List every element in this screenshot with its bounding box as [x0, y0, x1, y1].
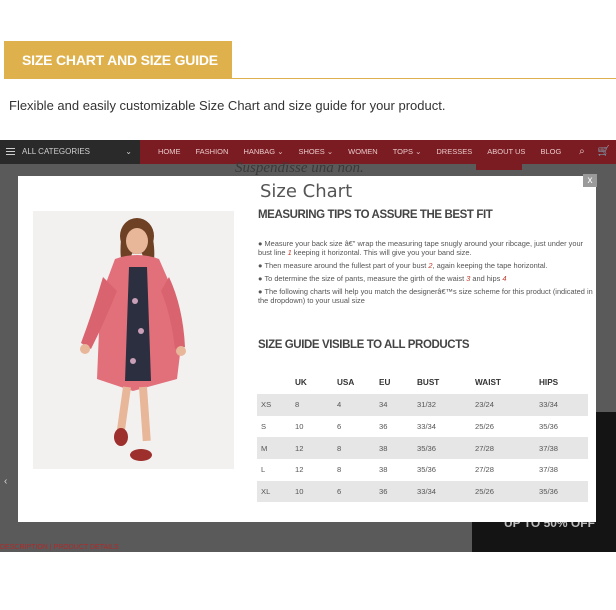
table-cell: 35/36 — [417, 465, 437, 475]
table-cell: 31/32 — [417, 400, 437, 410]
table-cell: 27/28 — [475, 443, 495, 453]
table-cell: M — [261, 443, 268, 453]
nav-item[interactable]: HOME — [158, 140, 181, 164]
table-header-cell: WAIST — [475, 377, 501, 387]
all-categories-menu[interactable]: ALL CATEGORIES ⌄ — [0, 140, 140, 164]
table-cell: 36 — [379, 487, 388, 497]
modal-title: Size Chart — [260, 181, 353, 202]
tip-item: ● Measure your back size â€" wrap the mea… — [258, 239, 594, 257]
table-cell: 23/24 — [475, 400, 495, 410]
cart-icon[interactable]: 🛒 — [598, 146, 610, 157]
bullet-icon: ● — [258, 260, 263, 270]
table-cell: 35/36 — [539, 422, 559, 432]
intro-text: Flexible and easily customizable Size Ch… — [9, 98, 446, 113]
bullet-icon: ● — [258, 273, 263, 283]
table-cell: 6 — [337, 487, 342, 497]
table-cell: 37/38 — [539, 443, 559, 453]
girl-in-raincoat-image — [33, 211, 234, 469]
nav-item[interactable]: BLOG — [540, 140, 561, 164]
table-header-cell: UK — [295, 377, 307, 387]
table-cell: 38 — [379, 443, 388, 453]
hamburger-icon — [6, 151, 15, 153]
product-tabs: DESCRIPTION | PRODUCT DETAILS — [0, 544, 119, 551]
product-photo — [33, 211, 234, 469]
table-cell: L — [261, 465, 266, 475]
tip-text: The following charts will help you match… — [258, 287, 593, 305]
table-cell: 10 — [295, 487, 304, 497]
categories-label: ALL CATEGORIES — [22, 147, 91, 156]
table-cell: 33/34 — [417, 422, 437, 432]
table-header-cell: EU — [379, 377, 391, 387]
nav-item[interactable]: TOPS ⌄ — [393, 140, 422, 164]
table-cell: 27/28 — [475, 465, 495, 475]
table-row: XL 10 6 36 33/34 25/26 35/36 — [257, 480, 588, 503]
table-cell: 4 — [337, 400, 342, 410]
search-icon[interactable]: ⌕ — [579, 146, 585, 157]
table-cell: 10 — [295, 422, 304, 432]
table-cell: 38 — [379, 465, 388, 475]
table-row: XS 8 4 34 31/32 23/24 33/34 — [257, 394, 588, 416]
table-cell: 33/34 — [417, 487, 437, 497]
tip-item: ● To determine the size of pants, measure… — [258, 273, 594, 284]
section-banner: SIZE CHART AND SIZE GUIDE — [4, 41, 232, 79]
background-tag — [476, 160, 522, 170]
tip-marker: 4 — [502, 273, 507, 283]
tip-text: and hips — [470, 273, 503, 283]
nav-tools: ⌕ 🛒 — [569, 140, 610, 164]
chevron-down-icon: ⌄ — [125, 147, 132, 156]
tip-text: To determine the size of pants, measure … — [264, 273, 467, 283]
carousel-left-arrow-icon[interactable]: ‹ — [4, 476, 7, 487]
table-cell: 37/38 — [539, 465, 559, 475]
tip-text: , again keeping the tape horizontal. — [432, 260, 548, 270]
banner-underline — [198, 78, 616, 79]
tip-text: Then measure around the fullest part of … — [264, 260, 429, 270]
table-header-row: UK USA EU BUST WAIST HIPS — [257, 370, 588, 394]
table-cell: 25/26 — [475, 422, 495, 432]
table-cell: XL — [261, 487, 271, 497]
table-cell: 35/36 — [417, 443, 437, 453]
background-heading: Suspendisse una non. — [235, 160, 364, 176]
table-header-cell: HIPS — [539, 377, 559, 387]
table-row: M 12 8 38 35/36 27/28 37/38 — [257, 437, 588, 460]
table-cell: 34 — [379, 400, 388, 410]
tips-list: ● Measure your back size â€" wrap the mea… — [258, 239, 594, 310]
size-table: UK USA EU BUST WAIST HIPS XS 8 4 34 31/32 23/24 33/… — [257, 370, 588, 503]
table-header-cell — [257, 370, 291, 394]
table-cell: 12 — [295, 443, 304, 453]
table-cell: 12 — [295, 465, 304, 475]
table-cell: 33/34 — [539, 400, 559, 410]
table-row: L 12 8 38 35/36 27/28 37/38 — [257, 459, 588, 481]
table-cell: S — [261, 422, 267, 432]
table-header-cell: BUST — [417, 377, 440, 387]
tip-item: ● Then measure around the fullest part of… — [258, 260, 594, 271]
tip-item: ● The following charts will help you matc… — [258, 287, 594, 305]
size-guide-heading: SIZE GUIDE VISIBLE TO ALL PRODUCTS — [258, 339, 470, 351]
tip-text: keeping it horizontal. This will give yo… — [291, 247, 472, 257]
table-cell: 8 — [337, 465, 342, 475]
table-cell: XS — [261, 400, 272, 410]
table-cell: 8 — [295, 400, 300, 410]
table-row: S 10 6 36 33/34 25/26 35/36 — [257, 415, 588, 438]
table-cell: 6 — [337, 422, 342, 432]
tips-heading: MEASURING TIPS TO ASSURE THE BEST FIT — [258, 209, 493, 221]
table-cell: 8 — [337, 443, 342, 453]
table-header-cell: USA — [337, 377, 355, 387]
table-cell: 35/36 — [539, 487, 559, 497]
close-button[interactable]: x — [583, 174, 597, 187]
nav-item[interactable]: FASHION — [196, 140, 229, 164]
nav-item[interactable]: DRESSES — [436, 140, 472, 164]
table-cell: 36 — [379, 422, 388, 432]
table-cell: 25/26 — [475, 487, 495, 497]
